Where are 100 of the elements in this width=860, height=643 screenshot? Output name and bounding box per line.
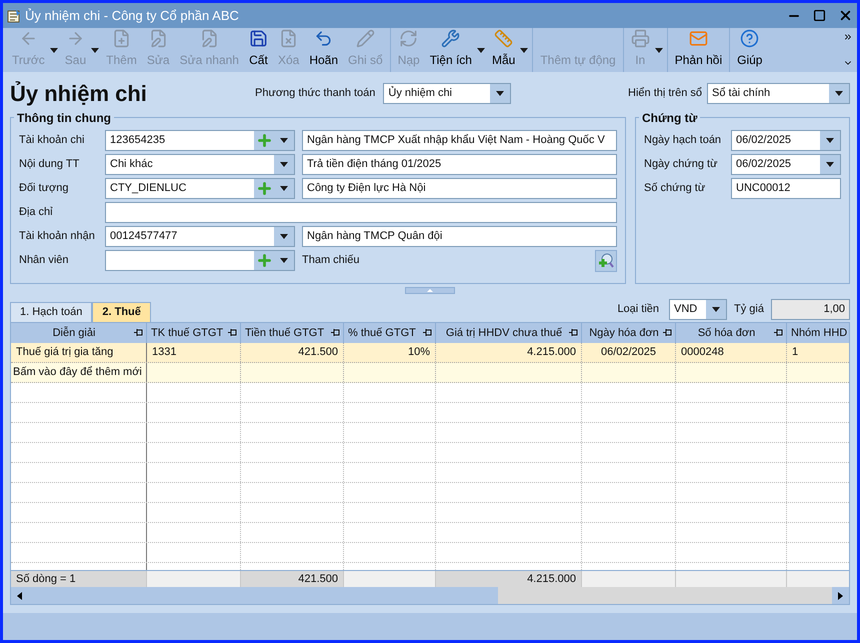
- field-label: Tỷ giá: [734, 302, 764, 318]
- undo-icon: [314, 29, 334, 48]
- ruler-icon: [494, 29, 514, 48]
- pin-icon[interactable]: [569, 329, 578, 336]
- lookup-combo[interactable]: 123654235: [105, 130, 295, 151]
- caret-icon: [280, 258, 288, 263]
- caret-icon: [654, 48, 663, 52]
- help-icon: [740, 29, 760, 48]
- overflow-icon[interactable]: [843, 32, 853, 42]
- caret-up-icon: [427, 289, 433, 292]
- caret-right-icon: [838, 592, 843, 600]
- file-edit-icon: [148, 29, 168, 48]
- dropdown-button[interactable]: [829, 84, 849, 102]
- field-label: Ngày chứng từ: [644, 157, 718, 172]
- field-label: Đối tượng: [19, 181, 70, 196]
- scroll-left-button[interactable]: [11, 587, 28, 604]
- dropdown-button[interactable]: [274, 131, 294, 150]
- date-picker[interactable]: 06/02/2025: [731, 154, 841, 175]
- caret-icon: [476, 48, 485, 52]
- field-label: Phương thức thanh toán: [255, 86, 376, 101]
- toolbar-button[interactable]: Tiện ích: [424, 28, 477, 72]
- caret-icon: [520, 48, 528, 52]
- voucher-number-field[interactable]: UNC00012: [731, 178, 841, 199]
- pencil-icon: [356, 29, 375, 48]
- caret-icon: [835, 90, 843, 96]
- toolbar-button[interactable]: Phản hồi: [670, 28, 728, 72]
- table-cell-text: 421.500: [297, 345, 338, 360]
- date-picker[interactable]: 06/02/2025: [731, 130, 841, 151]
- field-label: Nhân viên: [19, 253, 70, 268]
- input-field[interactable]: [105, 202, 617, 223]
- dropdown-button[interactable]: [274, 179, 294, 198]
- refresh-icon: [399, 29, 418, 48]
- reference-button[interactable]: [595, 250, 617, 272]
- toolbar-button[interactable]: Cất: [244, 28, 273, 72]
- lookup-combo[interactable]: CTY_DIENLUC: [105, 178, 295, 199]
- caret-icon: [50, 48, 58, 52]
- payment-method-combo[interactable]: Ủy nhiệm chi: [383, 82, 512, 104]
- dropdown-button[interactable]: [274, 227, 294, 246]
- printer-icon: [630, 29, 650, 48]
- table-cell-text: 0000248: [681, 345, 725, 360]
- horizontal-scrollbar[interactable]: [11, 587, 849, 604]
- pin-icon[interactable]: [134, 329, 143, 336]
- dropdown-button[interactable]: [490, 84, 510, 102]
- field-label: Tài khoản nhận: [19, 229, 96, 244]
- pin-icon[interactable]: [423, 329, 432, 336]
- maximize-icon[interactable]: [813, 9, 826, 22]
- detail-field[interactable]: Ngân hàng TMCP Xuất nhập khẩu Việt Nam - Hoàng Quốc V: [302, 130, 617, 151]
- scrollbar-thumb[interactable]: [28, 587, 498, 604]
- field-label: Hiển thị trên sổ: [628, 86, 702, 101]
- mail-icon: [688, 29, 708, 48]
- pin-icon[interactable]: [774, 329, 783, 336]
- window-title: Ủy nhiệm chi - Công ty Cổ phần ABC: [25, 6, 240, 25]
- toolbar-button[interactable]: Giúp: [732, 28, 768, 72]
- field-label: Tài khoản chi: [19, 133, 86, 148]
- file-delete-icon: [279, 29, 298, 48]
- table-cell-text: 10%: [406, 345, 430, 360]
- plus-icon: [256, 180, 272, 197]
- caret-icon: [712, 307, 720, 312]
- field-label: Địa chỉ: [19, 205, 54, 220]
- table-cell-text: 06/02/2025: [600, 345, 658, 360]
- toolbar-button[interactable]: Hoãn: [304, 28, 344, 72]
- add-row-hint[interactable]: Bấm vào đây để thêm mới: [13, 364, 142, 381]
- save-icon: [248, 29, 268, 48]
- detail-field[interactable]: Ngân hàng TMCP Quân đội: [302, 226, 617, 247]
- file-plus-icon: [112, 29, 131, 48]
- pin-icon[interactable]: [331, 329, 340, 336]
- scroll-right-button[interactable]: [832, 587, 849, 604]
- caret-icon: [280, 186, 288, 191]
- lookup-combo[interactable]: Chi khác: [105, 154, 295, 175]
- tab[interactable]: 2. Thuế: [92, 302, 151, 322]
- currency-combo[interactable]: VND: [669, 299, 728, 320]
- footer-cell-text: 421.500: [297, 572, 338, 587]
- tab[interactable]: 1. Hạch toán: [10, 302, 92, 322]
- search-add-icon: [598, 252, 614, 268]
- dropdown-button[interactable]: [274, 155, 294, 174]
- file-edit-icon: [200, 29, 219, 48]
- splitter-handle[interactable]: [405, 287, 455, 294]
- caret-left-icon: [17, 592, 22, 600]
- exchange-rate-field[interactable]: 1,00: [771, 299, 850, 320]
- detail-field[interactable]: Công ty Điện lực Hà Nội: [302, 178, 617, 199]
- footer-cell-text: Số dòng = 1: [16, 572, 77, 587]
- pin-icon[interactable]: [228, 329, 237, 336]
- dropdown-button[interactable]: [274, 251, 294, 270]
- table-cell-text: 4.215.000: [526, 345, 576, 360]
- close-icon[interactable]: [838, 8, 853, 23]
- field-label: Tham chiếu: [302, 253, 360, 268]
- lookup-combo[interactable]: 00124577477: [105, 226, 295, 247]
- dropdown-button[interactable]: [706, 300, 726, 319]
- caret-icon: [280, 162, 288, 167]
- detail-field[interactable]: Trả tiền điện tháng 01/2025: [302, 154, 617, 175]
- tools-icon: [441, 29, 460, 48]
- grid-row[interactable]: Thuế giá trị gia tăng 1331 421.500 10% 4.215.000 06/02/2025 0000248 1: [11, 343, 849, 363]
- pin-icon[interactable]: [663, 329, 672, 336]
- dropdown-button[interactable]: [820, 155, 840, 174]
- toolbar-button[interactable]: Mẫu: [486, 28, 520, 72]
- plus-icon: [256, 132, 272, 149]
- caret-icon: [496, 90, 504, 96]
- caret-icon: [826, 138, 834, 143]
- dropdown-button[interactable]: [820, 131, 840, 150]
- book-combo[interactable]: Sổ tài chính: [707, 82, 850, 104]
